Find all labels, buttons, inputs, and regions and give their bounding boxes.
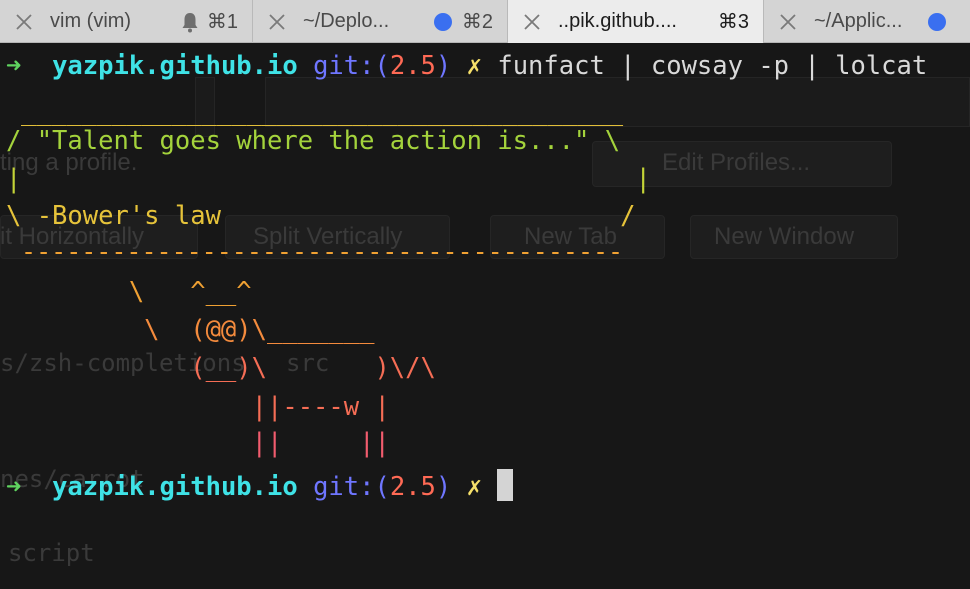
prompt-git-label: git:( [313, 51, 390, 81]
cow-line-1: \ ^__^ [6, 277, 252, 307]
prompt-dirty-icon: ✗ [466, 51, 482, 81]
tab-title: ..pik.github.... [558, 10, 677, 32]
terminal-cursor[interactable] [497, 469, 514, 501]
prompt-host: yazpik.github.io [52, 51, 298, 81]
bubble-line-1: / "Talent goes where the action is..." \ [6, 126, 620, 156]
cow-line-5: || || [6, 428, 390, 458]
prompt-arrow-icon: ➜ [6, 472, 22, 502]
tab-shortcut: ⌘1 [206, 11, 238, 33]
tab-title: vim (vim) [50, 10, 132, 32]
prompt-arrow-icon: ➜ [6, 51, 22, 81]
prompt-branch: 2.5 [389, 51, 436, 81]
ghost-script: script [8, 539, 95, 567]
close-icon[interactable] [522, 12, 542, 32]
tab-applications[interactable]: ~/Applic... [764, 0, 970, 43]
tab-vim[interactable]: vim (vim) ⌘1 [0, 0, 253, 43]
prompt-git-close: ) [435, 51, 452, 81]
bell-icon [181, 11, 199, 33]
bubble-top: ________________________________________ [6, 97, 624, 126]
bubble-line-2: | | [6, 164, 651, 194]
ghost-edit-profiles: Edit Profiles... [662, 149, 811, 176]
bubble-line-3: \ -Bower's law / [6, 201, 636, 231]
prompt-line-2: ➜ yazpik.github.io git:(2.5) ✗ [6, 469, 514, 502]
cow-line-2: \ (@@)\_______ [6, 315, 375, 345]
cow-line-3: (__)\ )\/\ [6, 353, 436, 383]
prompt-line-1: ➜ yazpik.github.io git:(2.5) ✗ funfact |… [6, 51, 927, 81]
prompt-git-close: ) [435, 472, 452, 502]
close-icon[interactable] [778, 12, 798, 32]
ghost-new-window: New Window [714, 223, 855, 250]
bubble-line-1-text: / "Talent goes where the action is..." \ [6, 126, 621, 156]
activity-dot-icon [928, 12, 946, 31]
command-text: funfact | cowsay -p | lolcat [497, 51, 928, 81]
bubble-bottom: ---------------------------------------- [6, 237, 624, 266]
tab-deploy[interactable]: ~/Deplo... ⌘2 [253, 0, 508, 43]
close-icon[interactable] [267, 12, 287, 32]
activity-dot-icon [433, 12, 452, 31]
cow-line-4: ||----w | [6, 392, 390, 422]
tab-title: ~/Deplo... [303, 10, 390, 32]
terminal-pane[interactable]: ting a profile. Edit Profiles... it Hori… [0, 43, 970, 589]
tab-yazpik-active[interactable]: ..pik.github.... ⌘3 [508, 0, 764, 43]
prompt-host: yazpik.github.io [52, 472, 298, 502]
prompt-dirty-icon: ✗ [466, 472, 482, 502]
tab-bar: vim (vim) ⌘1 ~/Deplo... ⌘2 ..pik.github.… [0, 0, 970, 43]
prompt-git-label: git:( [313, 472, 390, 502]
tab-shortcut: ⌘2 [461, 11, 493, 33]
prompt-branch: 2.5 [389, 472, 436, 502]
close-icon[interactable] [14, 12, 34, 32]
tab-shortcut: ⌘3 [717, 11, 749, 33]
tab-title: ~/Applic... [814, 10, 903, 32]
